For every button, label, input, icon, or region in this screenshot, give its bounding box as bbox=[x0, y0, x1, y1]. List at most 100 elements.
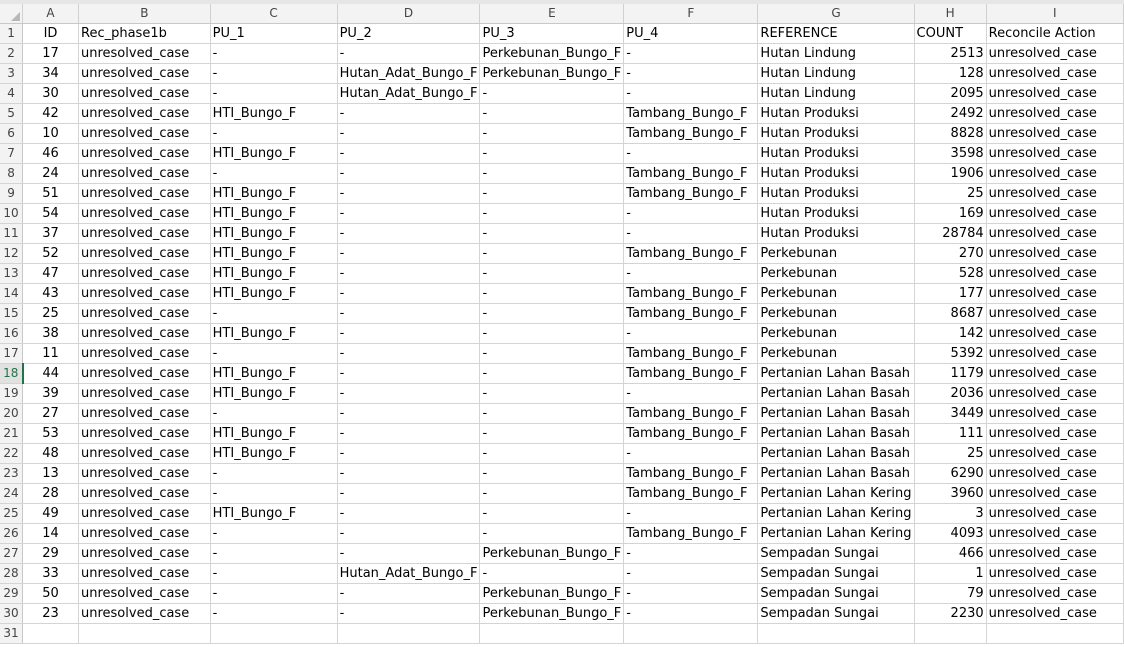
cell[interactable]: 10 bbox=[22, 123, 79, 144]
cell[interactable]: Perkebunan bbox=[757, 243, 915, 264]
cell[interactable]: 3598 bbox=[914, 143, 987, 164]
cell[interactable]: Pertanian Lahan Kering bbox=[757, 523, 915, 544]
cell[interactable]: unresolved_case bbox=[78, 123, 211, 144]
header-cell[interactable]: Reconcile Action bbox=[986, 23, 1124, 44]
cell[interactable]: - bbox=[479, 443, 625, 464]
cell[interactable]: - bbox=[623, 543, 759, 564]
cell[interactable]: - bbox=[210, 303, 338, 324]
row-header[interactable]: 31 bbox=[0, 623, 24, 644]
cell[interactable]: 33 bbox=[22, 563, 79, 584]
cell[interactable] bbox=[337, 623, 481, 644]
cell[interactable]: 8828 bbox=[914, 123, 987, 144]
cell[interactable]: Tambang_Bungo_F bbox=[623, 423, 759, 444]
cell[interactable]: 13 bbox=[22, 463, 79, 484]
cell[interactable]: 46 bbox=[22, 143, 79, 164]
cell[interactable]: Hutan Produksi bbox=[757, 103, 915, 124]
cell[interactable]: 466 bbox=[914, 543, 987, 564]
cell[interactable]: - bbox=[210, 543, 338, 564]
cell[interactable]: 79 bbox=[914, 583, 987, 604]
cell[interactable]: - bbox=[337, 43, 481, 64]
row-header[interactable]: 26 bbox=[0, 523, 24, 544]
cell[interactable]: - bbox=[623, 143, 759, 164]
cell[interactable]: Tambang_Bungo_F bbox=[623, 243, 759, 264]
cell[interactable]: 39 bbox=[22, 383, 79, 404]
cell[interactable]: 30 bbox=[22, 83, 79, 104]
cell[interactable]: Tambang_Bungo_F bbox=[623, 343, 759, 364]
cell[interactable]: Hutan Lindung bbox=[757, 43, 915, 64]
row-header[interactable]: 7 bbox=[0, 143, 24, 164]
cell[interactable]: - bbox=[337, 523, 481, 544]
cell[interactable]: - bbox=[479, 323, 625, 344]
cell[interactable]: Hutan Produksi bbox=[757, 163, 915, 184]
cell[interactable]: - bbox=[479, 83, 625, 104]
cell[interactable]: - bbox=[479, 403, 625, 424]
cell[interactable]: 2095 bbox=[914, 83, 987, 104]
row-header[interactable]: 25 bbox=[0, 503, 24, 524]
cell[interactable]: 28 bbox=[22, 483, 79, 504]
cell[interactable]: unresolved_case bbox=[78, 403, 211, 424]
cell[interactable]: 28784 bbox=[914, 223, 987, 244]
cell[interactable]: - bbox=[479, 463, 625, 484]
cell[interactable]: - bbox=[210, 63, 338, 84]
cell[interactable]: HTI_Bungo_F bbox=[210, 203, 338, 224]
cell[interactable]: unresolved_case bbox=[78, 223, 211, 244]
cell[interactable]: Perkebunan bbox=[757, 343, 915, 364]
cell[interactable]: unresolved_case bbox=[986, 463, 1124, 484]
row-header[interactable]: 6 bbox=[0, 123, 24, 144]
cell[interactable]: - bbox=[479, 123, 625, 144]
cell[interactable]: 25 bbox=[914, 183, 987, 204]
header-cell[interactable]: ID bbox=[22, 23, 79, 44]
cell[interactable]: - bbox=[479, 263, 625, 284]
cell[interactable]: Hutan Produksi bbox=[757, 203, 915, 224]
cell[interactable]: - bbox=[479, 383, 625, 404]
cell[interactable]: unresolved_case bbox=[78, 203, 211, 224]
cell[interactable]: 6290 bbox=[914, 463, 987, 484]
cell[interactable]: - bbox=[623, 203, 759, 224]
cell[interactable]: Sempadan Sungai bbox=[757, 563, 915, 584]
cell[interactable]: HTI_Bungo_F bbox=[210, 383, 338, 404]
cell[interactable]: unresolved_case bbox=[78, 503, 211, 524]
header-cell[interactable]: PU_1 bbox=[210, 23, 338, 44]
cell[interactable]: Hutan_Adat_Bungo_F bbox=[337, 563, 481, 584]
cell[interactable]: Perkebunan bbox=[757, 323, 915, 344]
cell[interactable]: unresolved_case bbox=[986, 583, 1124, 604]
cell[interactable]: - bbox=[479, 203, 625, 224]
cell[interactable]: unresolved_case bbox=[986, 143, 1124, 164]
row-header[interactable]: 23 bbox=[0, 463, 24, 484]
cell[interactable]: 25 bbox=[914, 443, 987, 464]
row-header[interactable]: 21 bbox=[0, 423, 24, 444]
cell[interactable]: unresolved_case bbox=[986, 263, 1124, 284]
cell[interactable]: unresolved_case bbox=[78, 283, 211, 304]
cell[interactable]: HTI_Bungo_F bbox=[210, 503, 338, 524]
cell[interactable]: unresolved_case bbox=[78, 463, 211, 484]
cell[interactable]: unresolved_case bbox=[986, 63, 1124, 84]
cell[interactable]: - bbox=[337, 423, 481, 444]
cell[interactable] bbox=[479, 623, 625, 644]
cell[interactable]: - bbox=[623, 443, 759, 464]
cell[interactable]: 128 bbox=[914, 63, 987, 84]
cell[interactable]: unresolved_case bbox=[986, 423, 1124, 444]
cell[interactable]: 3449 bbox=[914, 403, 987, 424]
row-header[interactable]: 16 bbox=[0, 323, 24, 344]
cell[interactable]: - bbox=[623, 223, 759, 244]
cell[interactable]: unresolved_case bbox=[78, 483, 211, 504]
cell[interactable]: unresolved_case bbox=[78, 163, 211, 184]
cell[interactable]: - bbox=[210, 343, 338, 364]
cell[interactable]: Perkebunan bbox=[757, 263, 915, 284]
cell[interactable]: 44 bbox=[22, 363, 79, 384]
cell[interactable]: - bbox=[337, 143, 481, 164]
cell[interactable]: HTI_Bungo_F bbox=[210, 183, 338, 204]
cell[interactable]: Tambang_Bungo_F bbox=[623, 523, 759, 544]
row-header[interactable]: 15 bbox=[0, 303, 24, 324]
cell[interactable]: Tambang_Bungo_F bbox=[623, 183, 759, 204]
cell[interactable]: unresolved_case bbox=[78, 583, 211, 604]
cell[interactable]: unresolved_case bbox=[986, 103, 1124, 124]
cell[interactable]: unresolved_case bbox=[986, 363, 1124, 384]
cell[interactable]: Sempadan Sungai bbox=[757, 583, 915, 604]
header-cell[interactable]: PU_4 bbox=[623, 23, 759, 44]
cell[interactable]: HTI_Bungo_F bbox=[210, 283, 338, 304]
cell[interactable]: 3960 bbox=[914, 483, 987, 504]
cell[interactable]: - bbox=[337, 183, 481, 204]
cell[interactable]: - bbox=[479, 183, 625, 204]
cell[interactable] bbox=[623, 623, 759, 644]
